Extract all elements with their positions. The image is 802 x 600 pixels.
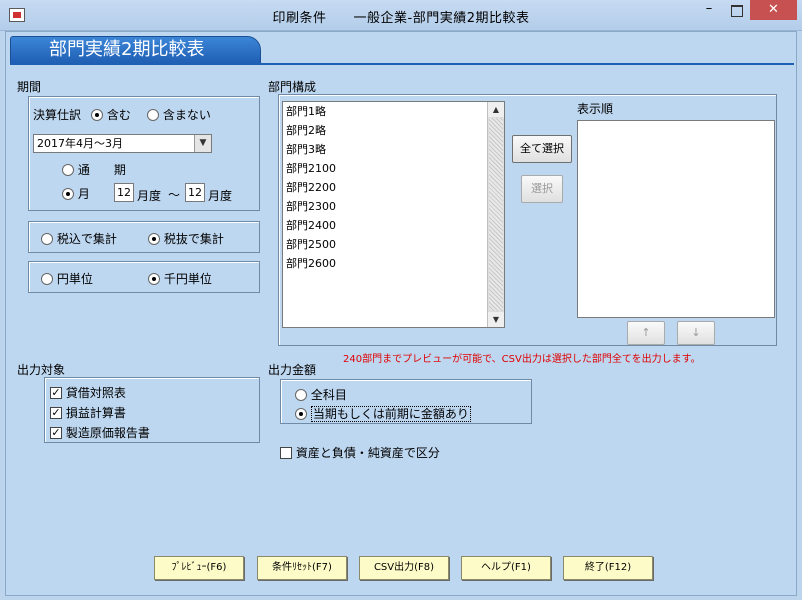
select-all-button[interactable]: 全て選択 — [512, 135, 572, 163]
closing-entry-row: 決算仕訳 — [33, 106, 81, 123]
target-mfg-label: 製造原価報告書 — [65, 426, 150, 440]
scroll-down-icon[interactable]: ▼ — [488, 312, 504, 327]
target-mfg-checkbox[interactable]: ✓ — [50, 426, 62, 439]
select-button[interactable]: 選択 — [521, 175, 563, 203]
month-to-suffix: 月度 — [208, 189, 233, 203]
target-bs-option[interactable]: ✓ 貸借対照表 — [50, 384, 126, 401]
month-from-input[interactable]: 12 — [114, 183, 134, 202]
split-option[interactable]: 資産と負債・純資産で区分 — [280, 444, 440, 461]
close-button[interactable]: ✕ — [750, 0, 797, 20]
title-underline — [10, 63, 794, 65]
list-item[interactable]: 部門2600 — [283, 254, 504, 273]
target-bs-label: 貸借対照表 — [65, 386, 126, 400]
scroll-track[interactable] — [489, 118, 503, 311]
period-label: 期間 — [17, 80, 42, 94]
tax-incl-label: 税込で集計 — [56, 232, 117, 246]
help-button[interactable]: ヘルプ(F1) — [461, 556, 551, 580]
term-select-value: 2017年4月～3月 — [37, 137, 123, 150]
display-order-label: 表示順 — [577, 102, 614, 116]
target-pl-checkbox[interactable]: ✓ — [50, 406, 62, 419]
with-amount-option[interactable]: 当期もしくは前期に金額あり — [295, 405, 471, 422]
closing-exclude-option[interactable]: 含まない — [147, 106, 211, 123]
with-amount-label: 当期もしくは前期に金額あり — [310, 406, 471, 422]
all-accounts-label: 全科目 — [310, 388, 347, 402]
list-item[interactable]: 部門2200 — [283, 178, 504, 197]
full-period-option[interactable]: 通 期 — [62, 161, 126, 178]
split-checkbox[interactable] — [280, 446, 292, 459]
list-item[interactable]: 部門2400 — [283, 216, 504, 235]
list-item[interactable]: 部門2300 — [283, 197, 504, 216]
list-item[interactable]: 部門3略 — [283, 140, 504, 159]
thousand-unit-option[interactable]: 千円単位 — [148, 270, 212, 287]
tax-incl-option[interactable]: 税込で集計 — [41, 230, 117, 247]
with-amount-radio[interactable] — [295, 407, 307, 420]
closing-include-option[interactable]: 含む — [91, 106, 131, 123]
department-items: 部門1略 部門2略 部門3略 部門2100 部門2200 部門2300 部門2400 部門25… — [283, 102, 504, 273]
thousand-unit-label: 千円単位 — [163, 272, 212, 286]
display-order-list[interactable] — [577, 120, 775, 318]
minimize-button[interactable]: – — [695, 0, 723, 20]
month-range-separator: ～ — [168, 188, 181, 202]
yen-unit-radio[interactable] — [41, 272, 53, 285]
month-from-suffix: 月度 — [137, 189, 162, 203]
target-pl-label: 損益計算書 — [65, 406, 126, 420]
closing-include-radio[interactable] — [91, 108, 103, 121]
tax-excl-option[interactable]: 税抜で集計 — [148, 230, 224, 247]
yen-unit-option[interactable]: 円単位 — [41, 270, 93, 287]
target-bs-checkbox[interactable]: ✓ — [50, 386, 62, 399]
all-accounts-radio[interactable] — [295, 388, 307, 401]
preview-button[interactable]: ﾌﾟﾚﾋﾞｭｰ(F6) — [154, 556, 244, 580]
closing-include-label: 含む — [106, 108, 131, 122]
month-radio[interactable] — [62, 187, 74, 200]
csv-export-button[interactable]: CSV出力(F8) — [359, 556, 449, 580]
thousand-unit-radio[interactable] — [148, 272, 160, 285]
tax-excl-radio[interactable] — [148, 232, 160, 245]
split-label: 資産と負債・純資産で区分 — [295, 446, 440, 460]
maximize-button[interactable] — [723, 0, 750, 20]
department-list[interactable]: 部門1略 部門2略 部門3略 部門2100 部門2200 部門2300 部門2400 部門25… — [282, 101, 505, 328]
target-mfg-option[interactable]: ✓ 製造原価報告書 — [50, 424, 150, 441]
department-note: 240部門までプレビューが可能で、CSV出力は選択した部門全てを出力します。 — [343, 354, 701, 365]
scroll-up-icon[interactable]: ▲ — [488, 102, 504, 117]
report-title: 部門実績2期比較表 — [10, 36, 261, 64]
chevron-down-icon[interactable]: ▼ — [194, 135, 211, 152]
month-to-input[interactable]: 12 — [185, 183, 205, 202]
list-item[interactable]: 部門2略 — [283, 121, 504, 140]
tax-incl-radio[interactable] — [41, 232, 53, 245]
target-pl-option[interactable]: ✓ 損益計算書 — [50, 404, 126, 421]
move-down-button[interactable]: ↓ — [677, 321, 715, 345]
month-label: 月 — [77, 187, 90, 201]
month-option[interactable]: 月 — [62, 185, 90, 202]
all-accounts-option[interactable]: 全科目 — [295, 386, 347, 403]
closing-exclude-radio[interactable] — [147, 108, 159, 121]
department-list-scrollbar[interactable]: ▲ ▼ — [487, 102, 504, 327]
list-item[interactable]: 部門2500 — [283, 235, 504, 254]
closing-exclude-label: 含まない — [162, 108, 211, 122]
output-target-label: 出力対象 — [17, 363, 66, 377]
yen-unit-label: 円単位 — [56, 272, 93, 286]
window-title: 印刷条件 一般企業-部門実績2期比較表 — [272, 11, 530, 26]
list-item[interactable]: 部門1略 — [283, 102, 504, 121]
tax-excl-label: 税抜で集計 — [163, 232, 224, 246]
exit-button[interactable]: 終了(F12) — [563, 556, 653, 580]
list-item[interactable]: 部門2100 — [283, 159, 504, 178]
move-up-button[interactable]: ↑ — [627, 321, 665, 345]
departments-label: 部門構成 — [268, 80, 317, 94]
closing-entry-label: 決算仕訳 — [33, 108, 82, 122]
output-amount-label: 出力金額 — [268, 363, 317, 377]
full-period-radio[interactable] — [62, 163, 74, 176]
term-select[interactable]: 2017年4月～3月 ▼ — [33, 134, 212, 153]
full-period-label: 通 期 — [77, 163, 126, 177]
reset-button[interactable]: 条件ﾘｾｯﾄ(F7) — [257, 556, 347, 580]
